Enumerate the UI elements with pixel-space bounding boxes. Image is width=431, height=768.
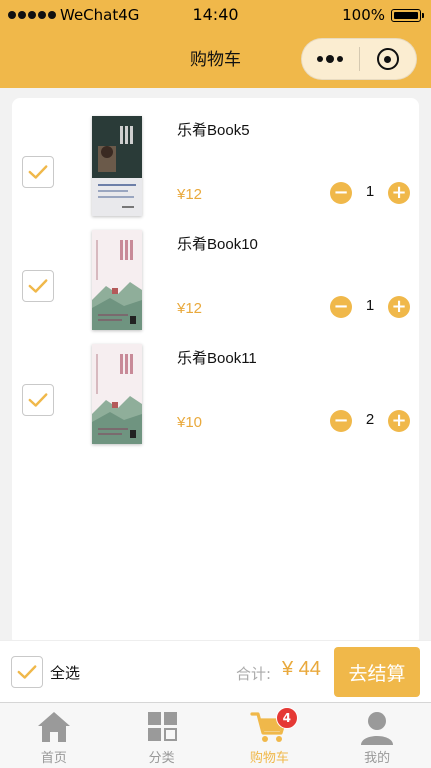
item-checkbox[interactable] (22, 384, 54, 416)
tab-profile[interactable]: 我的 (323, 703, 431, 768)
battery-percent: 100% (342, 6, 385, 24)
tab-label: 我的 (364, 751, 391, 766)
checkmark-icon (28, 279, 48, 293)
item-checkbox[interactable] (22, 156, 54, 188)
quantity-stepper: − 2 + (330, 410, 410, 434)
home-icon (37, 712, 70, 742)
tab-cart[interactable]: 4 购物车 (216, 703, 324, 768)
item-name: 乐肴Book11 (177, 350, 257, 367)
increase-button[interactable]: + (388, 296, 410, 318)
item-checkbox[interactable] (22, 270, 54, 302)
tab-bar: 首页 分类 4 购物车 我的 (0, 702, 431, 768)
battery-indicator: 100% (342, 6, 424, 24)
quantity-value: 1 (365, 297, 375, 314)
book-cover[interactable] (92, 344, 142, 444)
item-price: ¥12 (177, 300, 203, 317)
item-price: ¥12 (177, 186, 203, 203)
close-miniprogram-icon[interactable] (360, 48, 417, 70)
total-value: ¥ 44 (282, 658, 321, 680)
decrease-button[interactable]: − (330, 182, 352, 204)
item-name: 乐肴Book5 (177, 122, 250, 139)
quantity-stepper: − 1 + (330, 182, 410, 206)
tab-label: 分类 (148, 751, 175, 766)
tab-label: 购物车 (249, 751, 289, 766)
increase-button[interactable]: + (388, 410, 410, 432)
user-icon (361, 712, 394, 745)
miniprogram-capsule (301, 38, 417, 80)
checkmark-icon (28, 165, 48, 179)
tab-home[interactable]: 首页 (0, 703, 108, 768)
quantity-value: 2 (365, 411, 375, 428)
checkmark-icon (28, 393, 48, 407)
book-cover[interactable] (92, 116, 142, 216)
more-menu-icon[interactable] (302, 55, 359, 63)
item-name: 乐肴Book10 (177, 236, 258, 253)
checkmark-icon (17, 665, 37, 679)
minus-icon: − (333, 410, 349, 431)
tab-category[interactable]: 分类 (108, 703, 216, 768)
checkout-button[interactable]: 去结算 (334, 647, 420, 697)
decrease-button[interactable]: − (330, 410, 352, 432)
select-all-label[interactable]: 全选 (50, 662, 80, 683)
total-label: 合计: (236, 665, 272, 683)
increase-button[interactable]: + (388, 182, 410, 204)
category-icon (147, 712, 177, 741)
plus-icon: + (391, 182, 407, 203)
item-price: ¥10 (177, 414, 203, 431)
cart-count-badge: 4 (275, 707, 298, 729)
tab-label: 首页 (40, 751, 67, 766)
decrease-button[interactable]: − (330, 296, 352, 318)
quantity-value: 1 (365, 183, 375, 200)
minus-icon: − (333, 296, 349, 317)
minus-icon: − (333, 182, 349, 203)
top-bar: WeChat4G 14:40 100% 购物车 (0, 0, 431, 88)
plus-icon: + (391, 410, 407, 431)
checkout-bar: 全选 合计: ¥ 44 去结算 (0, 640, 431, 702)
book-cover[interactable] (92, 230, 142, 330)
cart-list: 乐肴Book5 ¥12 − 1 + 乐肴Book10 ¥12 − 1 + 乐肴B… (12, 98, 419, 646)
quantity-stepper: − 1 + (330, 296, 410, 320)
cart-item: 乐肴Book5 ¥12 − 1 + (12, 104, 419, 218)
status-bar: WeChat4G 14:40 100% (0, 0, 431, 30)
battery-icon (391, 8, 424, 22)
cart-item: 乐肴Book11 ¥10 − 2 + (12, 332, 419, 446)
cart-item: 乐肴Book10 ¥12 − 1 + (12, 218, 419, 332)
select-all-checkbox[interactable] (11, 656, 43, 688)
plus-icon: + (391, 296, 407, 317)
